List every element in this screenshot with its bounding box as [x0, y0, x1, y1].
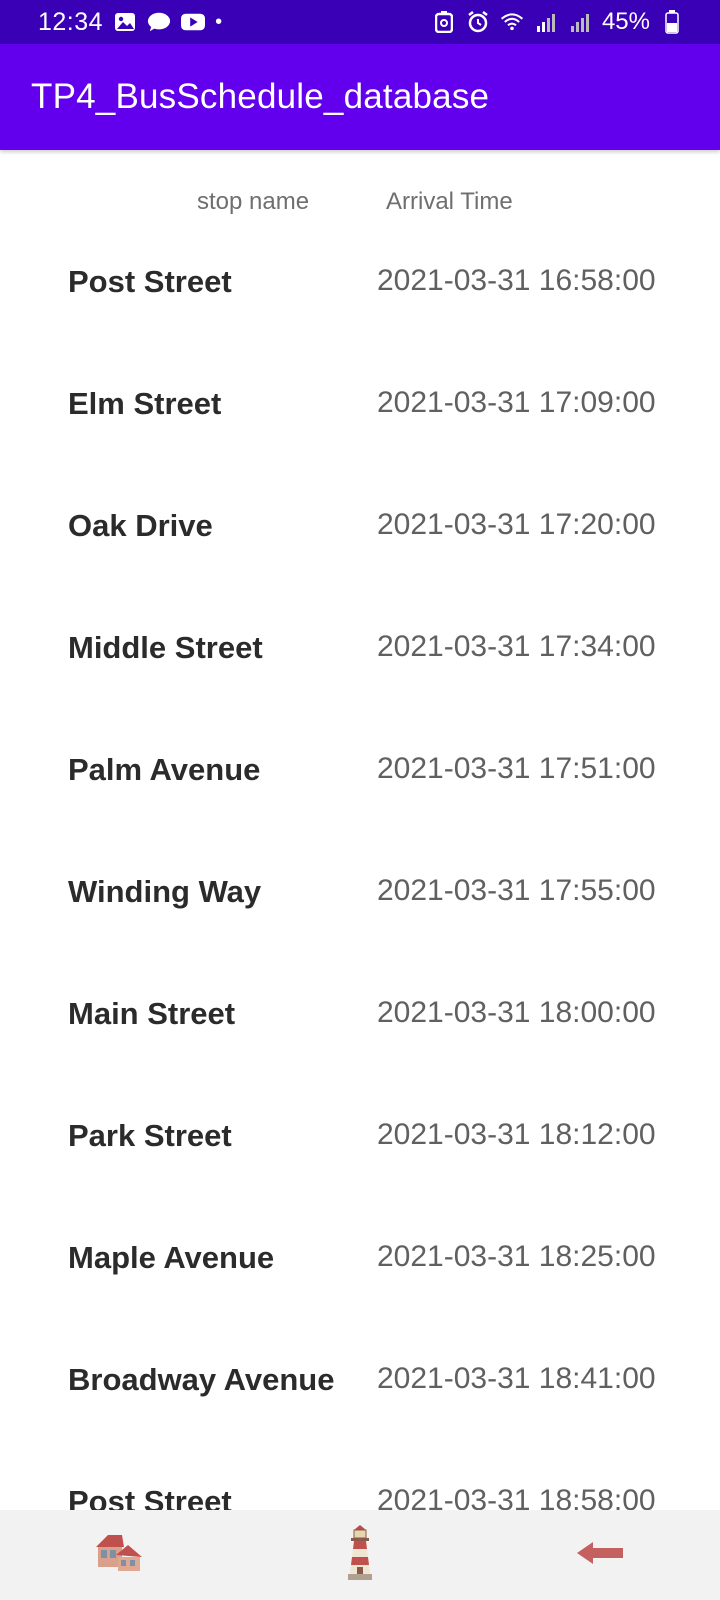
arrival-time: 2021-03-31 18:25:00 — [377, 1240, 656, 1273]
screen: 12:34 • 45% TP4_BusSchedule_database sto… — [0, 0, 720, 1600]
arrival-time: 2021-03-31 18:00:00 — [377, 996, 656, 1029]
stop-name: Post Street — [68, 264, 232, 299]
stop-name: Park Street — [68, 1118, 232, 1153]
stop-name: Broadway Avenue — [68, 1362, 335, 1397]
wifi-icon — [500, 10, 524, 34]
signal-icon — [568, 10, 592, 34]
stop-name: Main Street — [68, 996, 236, 1031]
column-headers: stop name Arrival Time — [0, 188, 720, 228]
list-item[interactable]: Post Street 2021-03-31 16:58:00 — [0, 240, 720, 362]
notification-dot: • — [215, 11, 223, 33]
houses-icon — [94, 1531, 146, 1580]
arrival-time: 2021-03-31 17:20:00 — [377, 508, 656, 541]
youtube-icon — [181, 10, 206, 34]
app-title: TP4_BusSchedule_database — [31, 77, 490, 116]
back-arrow-icon — [575, 1539, 625, 1572]
houses-button[interactable] — [80, 1520, 160, 1590]
list-item[interactable]: Main Street 2021-03-31 18:00:00 — [0, 972, 720, 1094]
battery-percent: 45% — [601, 8, 650, 35]
list-item[interactable]: Middle Street 2021-03-31 17:34:00 — [0, 606, 720, 728]
bottom-nav — [0, 1510, 720, 1600]
stop-name: Palm Avenue — [68, 752, 261, 787]
stop-name: Post Street — [68, 1484, 232, 1510]
stop-name: Winding Way — [68, 874, 262, 909]
lighthouse-button[interactable] — [320, 1520, 400, 1590]
column-header-stop-name: stop name — [197, 188, 310, 215]
alarm-icon — [466, 10, 490, 34]
arrival-time: 2021-03-31 16:58:00 — [377, 264, 656, 297]
nfc-icon — [432, 10, 456, 34]
status-time: 12:34 — [38, 7, 104, 36]
status-bar: 12:34 • 45% — [0, 0, 720, 44]
lighthouse-icon — [345, 1524, 375, 1587]
list-item[interactable]: Park Street 2021-03-31 18:12:00 — [0, 1094, 720, 1216]
app-bar: TP4_BusSchedule_database — [0, 44, 720, 150]
gallery-icon — [113, 10, 137, 34]
status-left: 12:34 • — [38, 8, 222, 37]
battery-icon — [660, 10, 684, 34]
list-item[interactable]: Broadway Avenue 2021-03-31 18:41:00 — [0, 1338, 720, 1460]
stop-name: Middle Street — [68, 630, 263, 665]
list-item[interactable]: Winding Way 2021-03-31 17:55:00 — [0, 850, 720, 972]
chat-bubble-icon — [147, 10, 171, 34]
back-button[interactable] — [560, 1520, 640, 1590]
stop-name: Maple Avenue — [68, 1240, 275, 1275]
arrival-time: 2021-03-31 18:58:00 — [377, 1484, 656, 1510]
list-item[interactable]: Post Street 2021-03-31 18:58:00 — [0, 1460, 720, 1510]
signal-icon — [534, 10, 558, 34]
stop-name: Oak Drive — [68, 508, 213, 543]
arrival-time: 2021-03-31 17:55:00 — [377, 874, 656, 907]
list-item[interactable]: Oak Drive 2021-03-31 17:20:00 — [0, 484, 720, 606]
arrival-time: 2021-03-31 17:34:00 — [377, 630, 656, 663]
list-item[interactable]: Palm Avenue 2021-03-31 17:51:00 — [0, 728, 720, 850]
schedule-list[interactable]: Post Street 2021-03-31 16:58:00 Elm Stre… — [0, 240, 720, 1510]
arrival-time: 2021-03-31 17:09:00 — [377, 386, 656, 419]
list-item[interactable]: Maple Avenue 2021-03-31 18:25:00 — [0, 1216, 720, 1338]
arrival-time: 2021-03-31 18:12:00 — [377, 1118, 656, 1151]
column-header-arrival-time: Arrival Time — [386, 188, 513, 215]
arrival-time: 2021-03-31 18:41:00 — [377, 1362, 656, 1395]
stop-name: Elm Street — [68, 386, 222, 421]
arrival-time: 2021-03-31 17:51:00 — [377, 752, 656, 785]
list-item[interactable]: Elm Street 2021-03-31 17:09:00 — [0, 362, 720, 484]
status-right: 45% — [432, 8, 684, 36]
